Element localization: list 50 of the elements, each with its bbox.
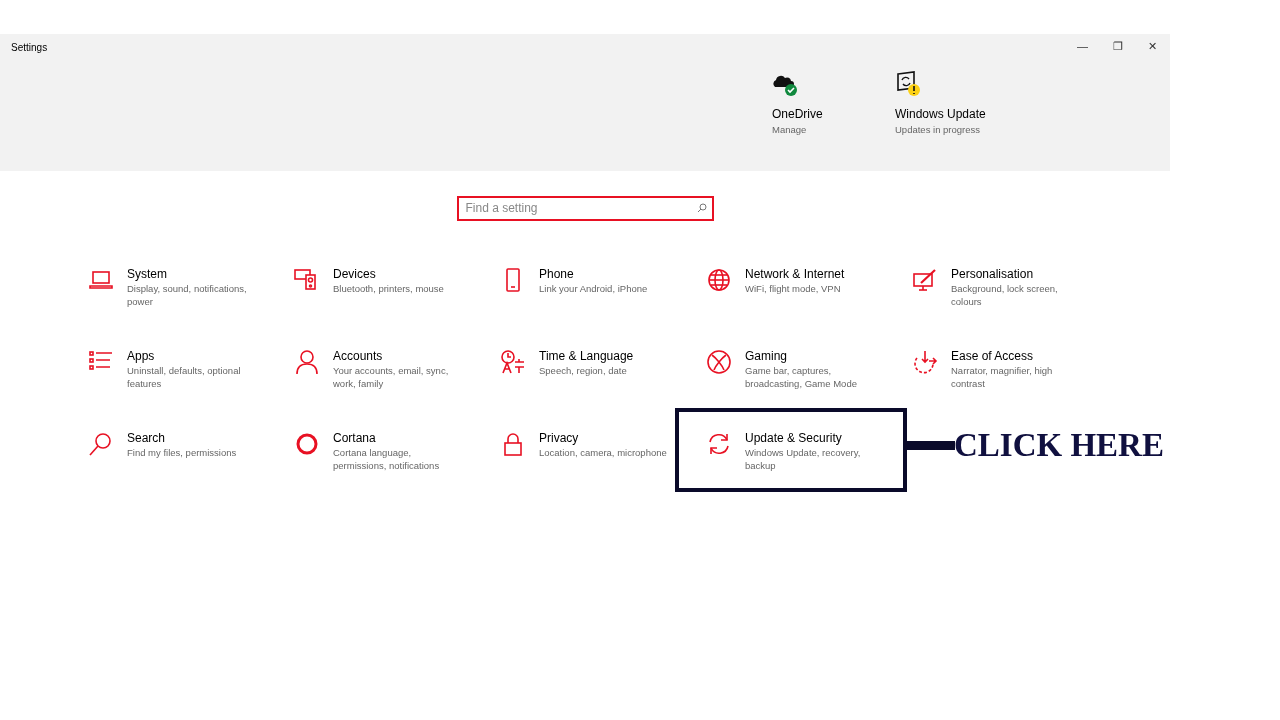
- category-description: Windows Update, recovery, backup: [745, 447, 862, 473]
- category-description: Uninstall, defaults, optional features: [127, 365, 242, 391]
- window-title: Settings: [10, 41, 48, 55]
- category-title[interactable]: Search: [127, 431, 259, 446]
- monitor-brush-icon[interactable]: [912, 267, 938, 293]
- category-description: Narrator, magnifier, high contrast: [951, 365, 1054, 391]
- category-title[interactable]: Devices: [333, 267, 465, 282]
- callout-text: CLICK HERE: [954, 429, 1164, 462]
- category-title[interactable]: Network & Internet: [745, 267, 877, 282]
- category-description: WiFi, flight mode, VPN: [745, 283, 842, 296]
- category-description: Your accounts, email, sync, work, family: [333, 365, 450, 391]
- search-field[interactable]: Find a setting: [456, 195, 714, 221]
- category-title[interactable]: Apps: [127, 349, 259, 364]
- category-title[interactable]: System: [127, 267, 259, 282]
- category-description: Display, sound, notifications, power: [127, 283, 248, 309]
- category-description: Link your Android, iPhone: [539, 283, 649, 296]
- category-description: Background, lock screen, colours: [951, 283, 1059, 309]
- category-title[interactable]: Ease of Access: [951, 349, 1083, 364]
- monitor-sync-icon[interactable]: [895, 70, 921, 97]
- header-item-subtitle: Manage: [772, 122, 808, 137]
- ease-icon[interactable]: [912, 349, 938, 375]
- header-item-title[interactable]: OneDrive: [772, 104, 895, 123]
- header-item-subtitle: Updates in progress: [895, 122, 982, 137]
- category-title[interactable]: Personalisation: [951, 267, 1083, 282]
- search-icon: [696, 203, 707, 213]
- xbox-icon[interactable]: [706, 349, 732, 375]
- category-description: Speech, region, date: [539, 365, 628, 378]
- sync-arrows-icon[interactable]: [706, 431, 732, 457]
- category-title[interactable]: Gaming: [745, 349, 877, 364]
- globe-icon[interactable]: [706, 267, 732, 293]
- minimize-button[interactable]: —: [1065, 34, 1100, 59]
- category-description: Game bar, captures, broadcasting, Game Mode: [745, 365, 858, 391]
- category-description: Find my files, permissions: [127, 447, 238, 460]
- close-button[interactable]: ✕: [1135, 34, 1170, 59]
- category-title[interactable]: Phone: [539, 267, 671, 282]
- person-icon[interactable]: [294, 349, 320, 375]
- search-icon[interactable]: [88, 431, 114, 457]
- category-title[interactable]: Cortana: [333, 431, 465, 446]
- category-title[interactable]: Privacy: [539, 431, 671, 446]
- category-title[interactable]: Accounts: [333, 349, 465, 364]
- category-description: Location, camera, microphone: [539, 447, 668, 460]
- connector-bar: [907, 441, 955, 450]
- category-title[interactable]: Update & Security: [745, 431, 877, 446]
- category-description: Bluetooth, printers, mouse: [333, 283, 445, 296]
- clock-letter-icon[interactable]: [500, 349, 526, 375]
- header-item-title[interactable]: Windows Update: [895, 104, 1018, 123]
- ring-icon[interactable]: [294, 431, 320, 457]
- category-title[interactable]: Time & Language: [539, 349, 671, 364]
- category-description: Cortana language, permissions, notifications: [333, 447, 441, 473]
- restore-button[interactable]: ❐: [1100, 34, 1135, 59]
